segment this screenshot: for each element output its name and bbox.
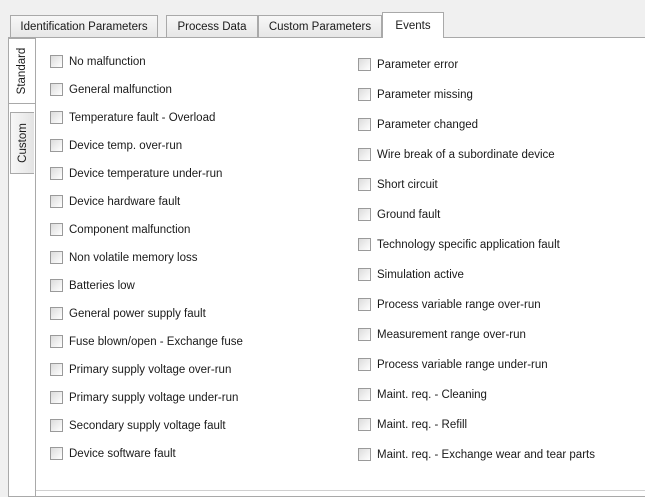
content-bottom-divider <box>36 490 645 491</box>
event-label: Ground fault <box>377 209 441 221</box>
checkbox-box[interactable] <box>50 55 63 68</box>
checkbox-box[interactable] <box>50 419 63 432</box>
event-label: Device temp. over-run <box>69 140 183 152</box>
checkbox-box[interactable] <box>50 335 63 348</box>
checkbox-box[interactable] <box>358 58 371 71</box>
event-label: Parameter changed <box>377 119 479 131</box>
checkbox-box[interactable] <box>358 118 371 131</box>
event-label: Device temperature under-run <box>69 168 223 180</box>
event-label: General malfunction <box>69 84 172 96</box>
tab-identification-parameters[interactable]: Identification Parameters <box>10 15 158 38</box>
side-tab-standard-label: Standard <box>16 47 28 95</box>
event-label: Process variable range over-run <box>377 299 541 311</box>
event-label: Primary supply voltage over-run <box>69 364 232 376</box>
event-label: Primary supply voltage under-run <box>69 392 239 404</box>
side-tab-custom-label: Custom <box>16 123 29 163</box>
checkbox-box[interactable] <box>50 391 63 404</box>
checkbox-box[interactable] <box>358 418 371 431</box>
event-label: General power supply fault <box>69 308 206 320</box>
event-label: Maint. req. - Refill <box>377 419 468 431</box>
event-label: Short circuit <box>377 179 438 191</box>
checkbox-box[interactable] <box>50 83 63 96</box>
checkbox-box[interactable] <box>358 88 371 101</box>
event-label: Device software fault <box>69 448 176 460</box>
event-label: Measurement range over-run <box>377 329 526 341</box>
tab-events[interactable]: Events <box>382 12 444 38</box>
event-label: Simulation active <box>377 269 464 281</box>
tab-process-data[interactable]: Process Data <box>166 15 258 38</box>
checkbox-box[interactable] <box>358 208 371 221</box>
event-label: Parameter error <box>377 59 459 71</box>
event-label: Secondary supply voltage fault <box>69 420 226 432</box>
event-label: Temperature fault - Overload <box>69 112 216 124</box>
standard-events-content: No malfunction General malfunction Tempe… <box>35 38 645 496</box>
checkbox-box[interactable] <box>358 358 371 371</box>
side-tab-bar: Standard Custom <box>8 38 35 497</box>
checkbox-box[interactable] <box>358 238 371 251</box>
checkbox-box[interactable] <box>50 167 63 180</box>
checkbox-box[interactable] <box>50 111 63 124</box>
event-label: Batteries low <box>69 280 135 292</box>
tab-custom-parameters[interactable]: Custom Parameters <box>258 15 382 38</box>
checkbox-box[interactable] <box>50 363 63 376</box>
event-label: Process variable range under-run <box>377 359 548 371</box>
checkbox-box[interactable] <box>50 279 63 292</box>
event-label: Component malfunction <box>69 224 191 236</box>
checkbox-box[interactable] <box>358 148 371 161</box>
event-label: Fuse blown/open - Exchange fuse <box>69 336 243 348</box>
event-label: Wire break of a subordinate device <box>377 149 555 161</box>
checkbox-box[interactable] <box>358 448 371 461</box>
event-label: Technology specific application fault <box>377 239 560 251</box>
event-label: Non volatile memory loss <box>69 252 198 264</box>
checkbox-box[interactable] <box>50 307 63 320</box>
checkbox-box[interactable] <box>358 388 371 401</box>
checkbox-box[interactable] <box>358 298 371 311</box>
checkbox-box[interactable] <box>358 178 371 191</box>
side-tab-standard[interactable]: Standard <box>8 38 35 104</box>
checkbox-box[interactable] <box>50 195 63 208</box>
event-label: Parameter missing <box>377 89 473 101</box>
event-label: Maint. req. - Cleaning <box>377 389 487 401</box>
checkbox-box[interactable] <box>50 139 63 152</box>
event-label: Device hardware fault <box>69 196 181 208</box>
side-tab-custom[interactable]: Custom <box>10 112 34 174</box>
checkbox-box[interactable] <box>50 223 63 236</box>
event-label: Maint. req. - Exchange wear and tear par… <box>377 449 595 461</box>
checkbox-box[interactable] <box>50 251 63 264</box>
checkbox-box[interactable] <box>358 268 371 281</box>
checkbox-box[interactable] <box>50 447 63 460</box>
event-label: No malfunction <box>69 56 146 68</box>
checkbox-box[interactable] <box>358 328 371 341</box>
